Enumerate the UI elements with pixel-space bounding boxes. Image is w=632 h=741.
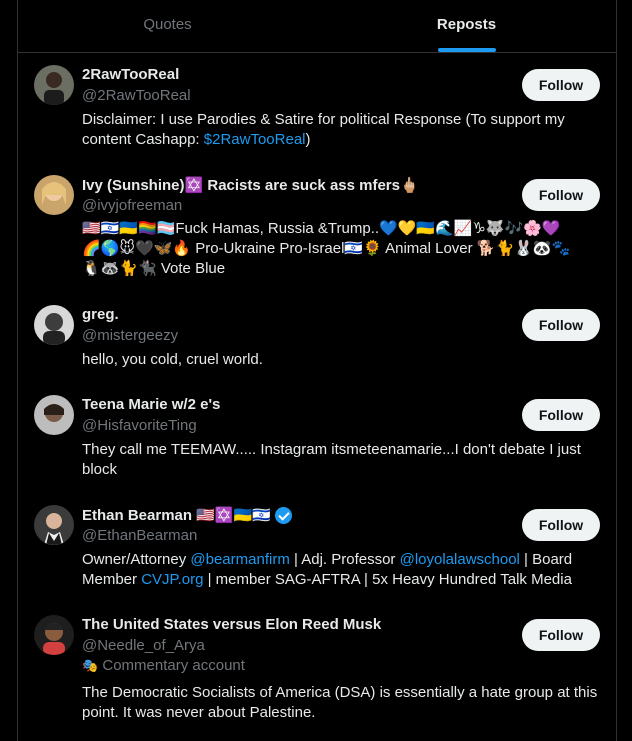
bio-link[interactable]: @loyolalawschool bbox=[400, 551, 520, 568]
masks-icon: 🎭 bbox=[82, 658, 99, 673]
follow-button[interactable]: Follow bbox=[522, 309, 600, 341]
verified-badge-icon bbox=[274, 506, 292, 524]
user-bio: The Democratic Socialists of America (DS… bbox=[82, 684, 598, 721]
user-name[interactable]: Teena Marie w/2 e's bbox=[82, 396, 220, 413]
user-handle[interactable]: @2RawTooReal bbox=[82, 87, 191, 104]
tab-bar: Quotes Reposts bbox=[18, 0, 616, 53]
follow-button[interactable]: Follow bbox=[522, 179, 600, 211]
user-bio: Disclaimer: I use Parodies & Satire for … bbox=[82, 111, 565, 148]
follow-button[interactable]: Follow bbox=[522, 619, 600, 651]
user-name[interactable]: Ethan Bearman 🇺🇸✡️🇺🇦🇮🇱 bbox=[82, 506, 292, 524]
user-handle[interactable]: @EthanBearman bbox=[82, 527, 197, 544]
avatar[interactable] bbox=[34, 305, 74, 345]
user-cell[interactable]: 2RawTooReal @2RawTooReal Follow Disclaim… bbox=[18, 65, 618, 160]
user-handle[interactable]: @HisfavoriteTing bbox=[82, 417, 197, 434]
user-bio: hello, you cold, cruel world. bbox=[82, 351, 263, 368]
follow-button[interactable]: Follow bbox=[522, 509, 600, 541]
reposts-panel: Quotes Reposts 2RawTooReal @2RawTooReal … bbox=[17, 0, 617, 741]
avatar[interactable] bbox=[34, 175, 74, 215]
user-name[interactable]: The United States versus Elon Reed Musk bbox=[82, 616, 381, 633]
bio-link[interactable]: @bearmanfirm bbox=[190, 551, 289, 568]
tab-quotes[interactable]: Quotes bbox=[18, 0, 317, 52]
active-tab-indicator bbox=[437, 48, 496, 52]
follow-button[interactable]: Follow bbox=[522, 399, 600, 431]
user-cell[interactable]: Teena Marie w/2 e's @HisfavoriteTing Fol… bbox=[18, 395, 618, 490]
user-cell[interactable]: greg. @mistergeezy Follow hello, you col… bbox=[18, 305, 618, 380]
bio-link[interactable]: CVJP.org bbox=[141, 571, 203, 588]
user-handle[interactable]: @ivyjofreeman bbox=[82, 197, 182, 214]
user-cell[interactable]: The United States versus Elon Reed Musk … bbox=[18, 615, 618, 735]
commentary-label: 🎭 Commentary account bbox=[82, 657, 245, 674]
avatar[interactable] bbox=[34, 615, 74, 655]
tab-reposts[interactable]: Reposts bbox=[317, 0, 616, 52]
user-bio: Owner/Attorney @bearmanfirm | Adj. Profe… bbox=[82, 551, 573, 588]
user-handle[interactable]: @mistergeezy bbox=[82, 327, 178, 344]
avatar[interactable] bbox=[34, 505, 74, 545]
avatar[interactable] bbox=[34, 395, 74, 435]
user-name[interactable]: 2RawTooReal bbox=[82, 66, 179, 83]
user-cell[interactable]: Ivy (Sunshine)✡️ Racists are suck ass mf… bbox=[18, 175, 618, 290]
user-name[interactable]: Ivy (Sunshine)✡️ Racists are suck ass mf… bbox=[82, 176, 419, 194]
bio-link[interactable]: $2RawTooReal bbox=[204, 131, 306, 148]
user-name[interactable]: greg. bbox=[82, 306, 119, 323]
user-cell[interactable]: Ethan Bearman 🇺🇸✡️🇺🇦🇮🇱 @EthanBearman Fol… bbox=[18, 505, 618, 600]
avatar[interactable] bbox=[34, 65, 74, 105]
user-bio: 🇺🇸🇮🇱🇺🇦🏳️‍🌈🏳️‍⚧️Fuck Hamas, Russia &Trump… bbox=[82, 220, 571, 277]
user-handle[interactable]: @Needle_of_Arya bbox=[82, 637, 205, 654]
follow-button[interactable]: Follow bbox=[522, 69, 600, 101]
user-bio: They call me TEEMAW..... Instagram itsme… bbox=[82, 441, 581, 478]
